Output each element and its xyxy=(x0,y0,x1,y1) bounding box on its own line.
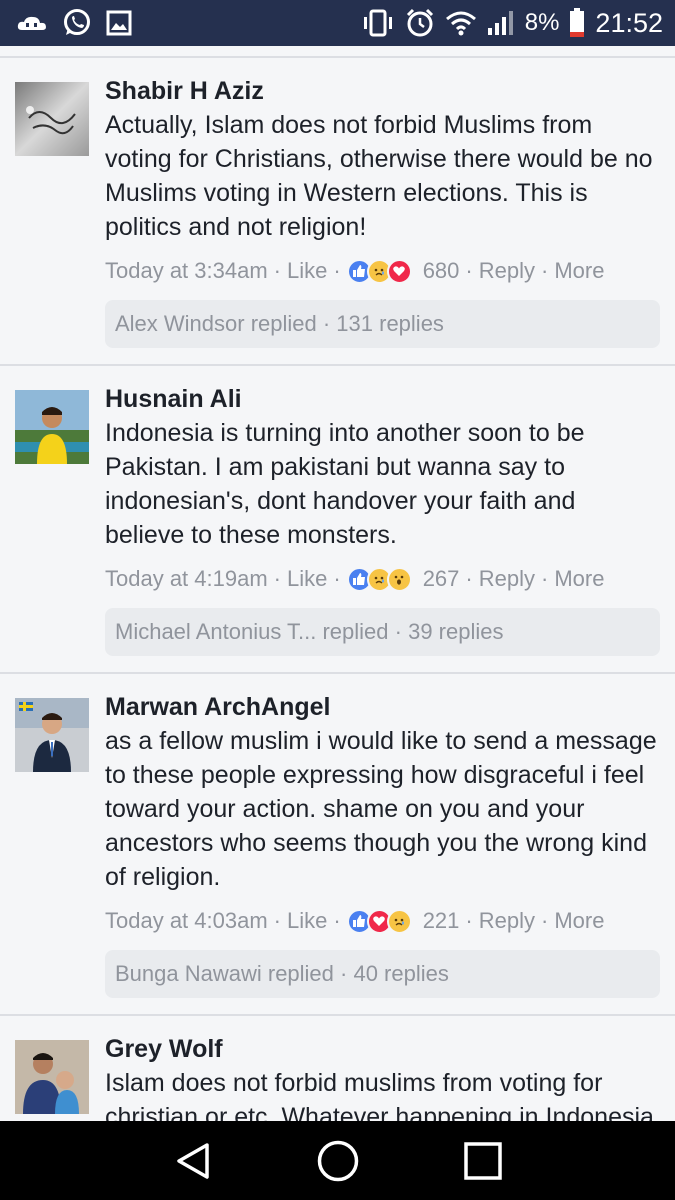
comment-text: Islam does not forbid muslims from votin… xyxy=(105,1069,654,1121)
replies-summary[interactable]: Bunga Nawawi replied · 40 replies xyxy=(105,950,660,998)
gallery-icon xyxy=(106,10,132,36)
sad-reaction-icon xyxy=(386,908,412,934)
back-icon[interactable] xyxy=(168,1136,218,1186)
battery-percent: 8% xyxy=(524,9,560,36)
recents-icon[interactable] xyxy=(458,1136,508,1186)
reply-button[interactable]: Reply xyxy=(479,258,535,284)
comment-text: as a fellow muslim i would like to send … xyxy=(105,727,657,891)
comment-time[interactable]: Today at 3:34am xyxy=(105,258,268,284)
comment: Marwan ArchAngel as a fellow muslim i wo… xyxy=(0,674,675,1014)
love-reaction-icon xyxy=(386,258,412,284)
comment-time[interactable]: Today at 4:19am xyxy=(105,566,268,592)
comment-meta: Today at 4:19am · Like · 267 · Reply · M… xyxy=(105,566,605,592)
more-button[interactable]: More xyxy=(554,258,604,284)
replies-summary[interactable]: Michael Antonius T... replied · 39 repli… xyxy=(105,608,660,656)
status-bar: 8% 21:52 xyxy=(0,0,675,46)
avatar[interactable] xyxy=(15,390,89,464)
reply-button[interactable]: Reply xyxy=(479,566,535,592)
reactions[interactable] xyxy=(346,566,414,592)
avatar[interactable] xyxy=(15,698,89,772)
like-button[interactable]: Like xyxy=(287,908,327,934)
reply-button[interactable]: Reply xyxy=(479,908,535,934)
signal-icon xyxy=(487,10,515,36)
like-button[interactable]: Like xyxy=(287,258,327,284)
battery-icon xyxy=(569,8,585,38)
comment: Shabir H Aziz Actually, Islam does not f… xyxy=(0,58,675,364)
whatsapp-icon xyxy=(62,8,92,38)
more-button[interactable]: More xyxy=(554,908,604,934)
comment-text: Actually, Islam does not forbid Muslims … xyxy=(105,111,653,241)
comment-feed[interactable]: Shabir H Aziz Actually, Islam does not f… xyxy=(0,46,675,1121)
comment: Husnain Ali Indonesia is turning into an… xyxy=(0,366,675,672)
more-button[interactable]: More xyxy=(554,566,604,592)
comment-meta: Today at 4:03am · Like · 221 · Reply · M… xyxy=(105,908,605,934)
replies-summary[interactable]: Alex Windsor replied · 131 replies xyxy=(105,300,660,348)
comment-meta: Today at 3:34am · Like · 680 · Reply · M… xyxy=(105,258,605,284)
avatar[interactable] xyxy=(15,82,89,156)
vibrate-icon xyxy=(361,9,395,37)
reaction-count[interactable]: 680 xyxy=(423,258,460,284)
wifi-icon xyxy=(445,10,477,36)
comment-author[interactable]: Grey Wolf xyxy=(105,1032,661,1066)
comment: Grey Wolf Islam does not forbid muslims … xyxy=(0,1016,675,1121)
home-icon[interactable] xyxy=(313,1136,363,1186)
alarm-icon xyxy=(405,8,435,38)
comment-author[interactable]: Marwan ArchAngel xyxy=(105,690,661,724)
comment-time[interactable]: Today at 4:03am xyxy=(105,908,268,934)
reaction-count[interactable]: 267 xyxy=(423,566,460,592)
like-button[interactable]: Like xyxy=(287,566,327,592)
comment-text: Indonesia is turning into another soon t… xyxy=(105,419,585,549)
comment-author[interactable]: Shabir H Aziz xyxy=(105,74,661,108)
reactions[interactable] xyxy=(346,908,414,934)
navigation-bar xyxy=(0,1121,675,1200)
avatar[interactable] xyxy=(15,1040,89,1114)
wow-reaction-icon xyxy=(386,566,412,592)
reaction-count[interactable]: 221 xyxy=(423,908,460,934)
reactions[interactable] xyxy=(346,258,414,284)
comment-author[interactable]: Husnain Ali xyxy=(105,382,661,416)
cloud-icon xyxy=(16,12,48,34)
clock: 21:52 xyxy=(595,7,663,38)
